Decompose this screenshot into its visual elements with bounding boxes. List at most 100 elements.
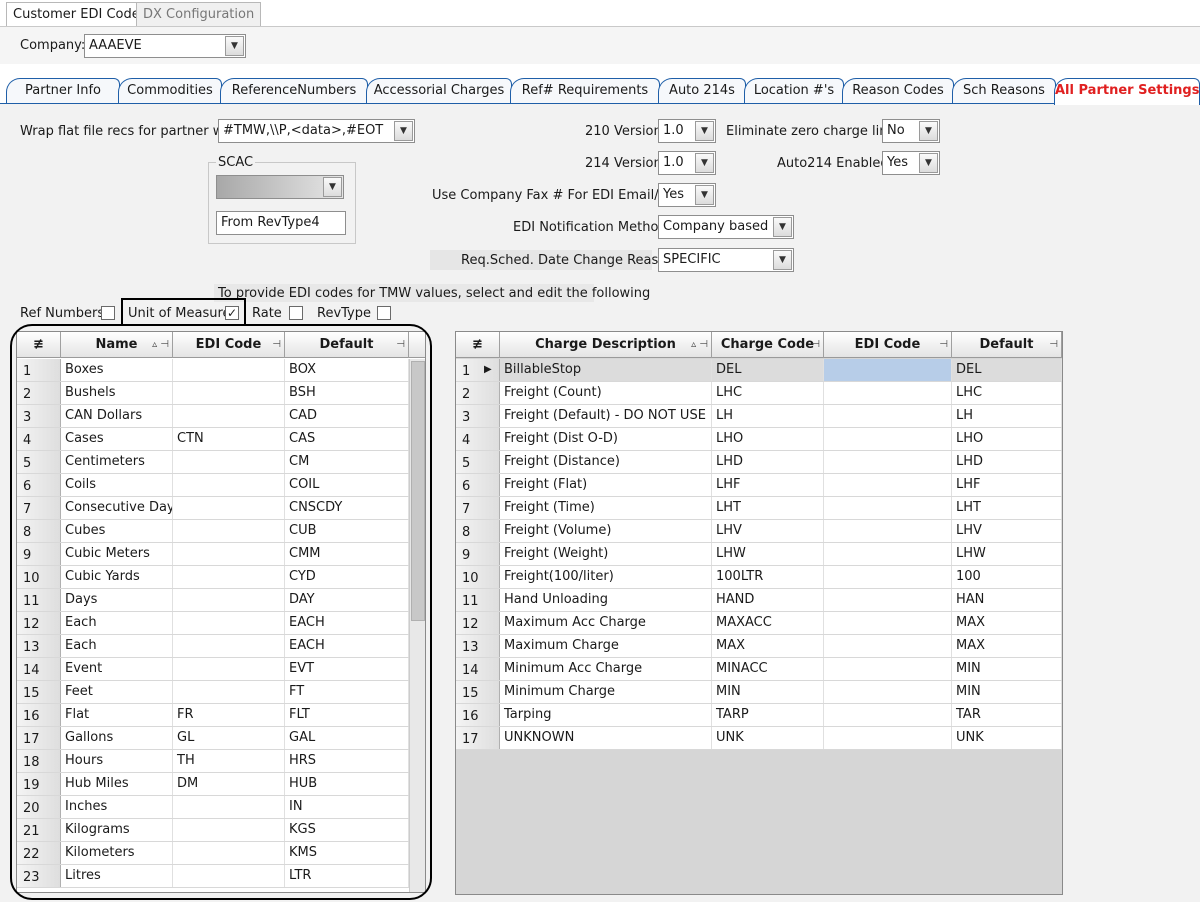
charge-table-row[interactable]: 2 Freight (Count) LHC LHC <box>456 382 1062 405</box>
charge-description-cell[interactable]: Freight (Flat) <box>500 474 712 496</box>
charge-table-row[interactable]: 16 Tarping TARP TAR <box>456 704 1062 727</box>
charge-default-cell[interactable]: MIN <box>952 658 1062 680</box>
wrap-select[interactable]: #TMW,\\P,<data>,#EOT ▼ <box>218 119 415 143</box>
charge-edi-cell[interactable] <box>824 520 952 542</box>
scac-select[interactable]: ▼ <box>216 175 344 199</box>
tab-partner-info[interactable]: Partner Info <box>6 78 120 103</box>
charge-code-cell[interactable]: LHV <box>712 520 824 542</box>
charge-description-cell[interactable]: Freight (Time) <box>500 497 712 519</box>
charge-edi-cell[interactable] <box>824 704 952 726</box>
charge-description-cell[interactable]: Maximum Acc Charge <box>500 612 712 634</box>
charge-code-cell[interactable]: LHD <box>712 451 824 473</box>
charge-description-cell[interactable]: BillableStop <box>500 359 712 381</box>
tab-reason-codes[interactable]: Reason Codes <box>842 78 954 103</box>
notify-select[interactable]: Company based ▼ <box>658 215 794 239</box>
charge-code-cell[interactable]: 100LTR <box>712 566 824 588</box>
charge-default-cell[interactable]: LHO <box>952 428 1062 450</box>
charge-default-cell[interactable]: LHV <box>952 520 1062 542</box>
charge-code-cell[interactable]: LHW <box>712 543 824 565</box>
charge-code-cell[interactable]: UNK <box>712 727 824 749</box>
charge-edi-cell[interactable] <box>824 497 952 519</box>
charge-default-cell[interactable]: LHW <box>952 543 1062 565</box>
charge-default-cell[interactable]: LHT <box>952 497 1062 519</box>
charge-default-cell[interactable]: HAN <box>952 589 1062 611</box>
charge-default-cell[interactable]: MAX <box>952 635 1062 657</box>
charge-description-cell[interactable]: Tarping <box>500 704 712 726</box>
company-select[interactable]: AAAEVE ▼ <box>84 34 246 58</box>
charge-code-cell[interactable]: LHC <box>712 382 824 404</box>
charge-edi-cell[interactable] <box>824 566 952 588</box>
chevron-down-icon[interactable]: ▼ <box>394 121 413 141</box>
charge-description-cell[interactable]: Freight (Weight) <box>500 543 712 565</box>
charge-default-cell[interactable]: UNK <box>952 727 1062 749</box>
charge-table-row[interactable]: 8 Freight (Volume) LHV LHV <box>456 520 1062 543</box>
v210-select[interactable]: 1.0 ▼ <box>658 119 716 143</box>
charge-edi-cell[interactable] <box>824 612 952 634</box>
charge-edi-cell[interactable] <box>824 635 952 657</box>
charge-edi-cell[interactable] <box>824 543 952 565</box>
charge-edi-cell[interactable] <box>824 359 952 381</box>
charge-description-cell[interactable]: Freight (Dist O-D) <box>500 428 712 450</box>
charge-edi-cell[interactable] <box>824 681 952 703</box>
charge-code-cell[interactable]: LHF <box>712 474 824 496</box>
tab-all-partner-settings[interactable]: All Partner Settings <box>1054 78 1200 105</box>
charge-code-cell[interactable]: HAND <box>712 589 824 611</box>
charge-table-row[interactable]: 11 Hand Unloading HAND HAN <box>456 589 1062 612</box>
charge-description-cell[interactable]: Freight (Default) - DO NOT USE <box>500 405 712 427</box>
rate-checkbox[interactable] <box>289 306 303 320</box>
window-tab-dx-configuration[interactable]: DX Configuration <box>136 2 262 26</box>
scac-from-field[interactable]: From RevType4 <box>216 211 346 235</box>
charge-col-edi-code[interactable]: EDI Code ⊣ <box>824 332 952 358</box>
charge-table-row[interactable]: 15 Minimum Charge MIN MIN <box>456 681 1062 704</box>
charge-description-cell[interactable]: Minimum Acc Charge <box>500 658 712 680</box>
chevron-down-icon[interactable]: ▼ <box>695 185 714 205</box>
pin-icon[interactable]: ⊣ <box>1049 332 1058 358</box>
tab-accessorial-charges[interactable]: Accessorial Charges <box>366 78 512 103</box>
chevron-down-icon[interactable]: ▼ <box>919 121 938 141</box>
chevron-down-icon[interactable]: ▼ <box>773 217 792 237</box>
charge-table-row[interactable]: 12 Maximum Acc Charge MAXACC MAX <box>456 612 1062 635</box>
charge-table-row[interactable]: 14 Minimum Acc Charge MINACC MIN <box>456 658 1062 681</box>
charge-default-cell[interactable]: TAR <box>952 704 1062 726</box>
charge-description-cell[interactable]: Freight (Distance) <box>500 451 712 473</box>
charge-description-cell[interactable]: Minimum Charge <box>500 681 712 703</box>
charge-edi-cell[interactable] <box>824 405 952 427</box>
column-chooser-icon[interactable]: ≢ <box>456 332 500 358</box>
tab-ref-requirements[interactable]: Ref# Requirements <box>510 78 660 103</box>
eliminate-select[interactable]: No ▼ <box>882 119 940 143</box>
charge-default-cell[interactable]: LHC <box>952 382 1062 404</box>
charge-default-cell[interactable]: MAX <box>952 612 1062 634</box>
ref-numbers-checkbox[interactable] <box>101 306 115 320</box>
charge-description-cell[interactable]: Maximum Charge <box>500 635 712 657</box>
charge-default-cell[interactable]: MIN <box>952 681 1062 703</box>
charge-default-cell[interactable]: LHD <box>952 451 1062 473</box>
chevron-down-icon[interactable]: ▼ <box>773 250 792 270</box>
charge-code-cell[interactable]: DEL <box>712 359 824 381</box>
charge-default-cell[interactable]: 100 <box>952 566 1062 588</box>
charge-edi-cell[interactable] <box>824 451 952 473</box>
charge-code-cell[interactable]: MAXACC <box>712 612 824 634</box>
chevron-down-icon[interactable]: ▼ <box>695 153 714 173</box>
charge-code-cell[interactable]: LHT <box>712 497 824 519</box>
tab-commodities[interactable]: Commodities <box>118 78 222 103</box>
charge-col-description[interactable]: Charge Description ▵ ⊣ <box>500 332 712 358</box>
charge-edi-cell[interactable] <box>824 382 952 404</box>
chevron-down-icon[interactable]: ▼ <box>919 153 938 173</box>
charge-table-row[interactable]: 17 UNKNOWN UNK UNK <box>456 727 1062 750</box>
tab-auto-214s[interactable]: Auto 214s <box>658 78 746 103</box>
charge-description-cell[interactable]: Hand Unloading <box>500 589 712 611</box>
charge-description-cell[interactable]: Freight (Volume) <box>500 520 712 542</box>
charge-code-cell[interactable]: MIN <box>712 681 824 703</box>
charge-col-default[interactable]: Default ⊣ <box>952 332 1062 358</box>
charge-table-row[interactable]: 9 Freight (Weight) LHW LHW <box>456 543 1062 566</box>
charge-edi-cell[interactable] <box>824 428 952 450</box>
auto214-select[interactable]: Yes ▼ <box>882 151 940 175</box>
charge-description-cell[interactable]: UNKNOWN <box>500 727 712 749</box>
chevron-down-icon[interactable]: ▼ <box>323 177 342 197</box>
revtype-checkbox[interactable] <box>377 306 391 320</box>
charge-code-cell[interactable]: TARP <box>712 704 824 726</box>
charge-edi-cell[interactable] <box>824 727 952 749</box>
charge-edi-cell[interactable] <box>824 589 952 611</box>
v214-select[interactable]: 1.0 ▼ <box>658 151 716 175</box>
charge-default-cell[interactable]: LHF <box>952 474 1062 496</box>
